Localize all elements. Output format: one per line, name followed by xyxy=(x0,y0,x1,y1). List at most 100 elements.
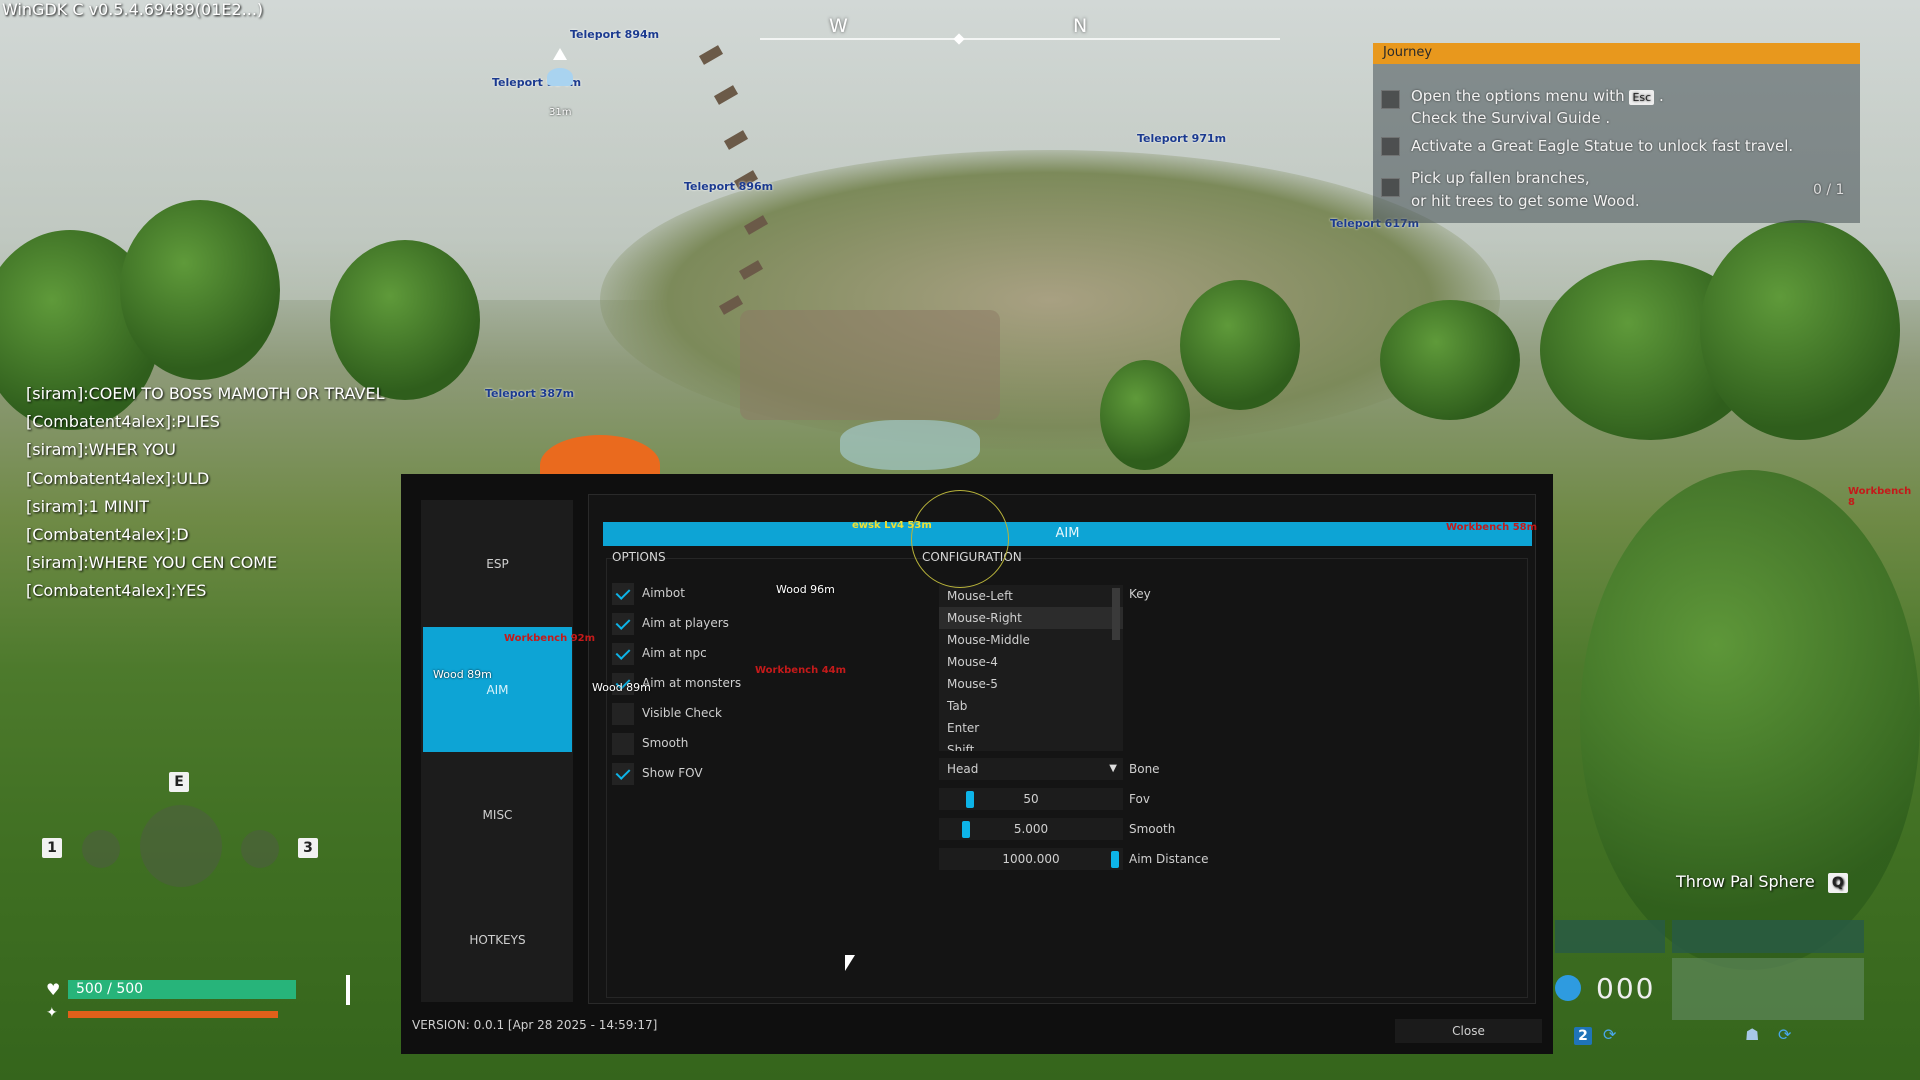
checkbox-box[interactable] xyxy=(612,733,634,755)
journey-panel: Journey Open the options menu with Esc .… xyxy=(1373,43,1860,223)
waypoint-icon xyxy=(553,48,567,60)
ammo-counter: 000 xyxy=(1596,972,1656,1005)
checkbox-box[interactable] xyxy=(612,613,634,635)
list-item[interactable]: Mouse-4 xyxy=(939,651,1123,673)
chat-message: [Combatent4alex]:PLIES xyxy=(26,412,220,432)
tab-esp[interactable]: ESP xyxy=(423,501,572,626)
waypoint-label: Teleport 896m xyxy=(684,180,774,193)
compass-west: W xyxy=(829,15,848,37)
key-3-icon: 3 xyxy=(298,838,318,858)
hotbar-slot[interactable] xyxy=(1555,920,1665,953)
compass-north: N xyxy=(1073,15,1088,37)
esp-label: Workbench 44m xyxy=(755,665,847,676)
listbox-scrollbar[interactable] xyxy=(1112,588,1120,640)
slider-thumb[interactable] xyxy=(966,791,974,808)
journey-task-checkbox xyxy=(1381,90,1400,109)
smooth-slider[interactable]: 5.000 xyxy=(939,818,1123,840)
list-item[interactable]: Enter xyxy=(939,717,1123,739)
list-item[interactable]: Mouse-5 xyxy=(939,673,1123,695)
eagle-statue-icon xyxy=(547,68,573,86)
fov-label: Fov xyxy=(1129,792,1150,806)
chat-message: [siram]:COEM TO BOSS MAMOTH OR TRAVEL xyxy=(26,384,385,403)
esp-label: Workbench 92m xyxy=(504,633,596,644)
fov-circle xyxy=(911,490,1009,588)
checkbox-box[interactable] xyxy=(612,763,634,785)
tab-aim[interactable]: AIM xyxy=(423,627,572,752)
esp-label: ewsk Lv4 53m xyxy=(852,520,932,531)
journey-task-checkbox xyxy=(1381,178,1400,197)
key-1-icon: 1 xyxy=(42,838,62,858)
esp-label: Wood 89m xyxy=(433,668,492,681)
thermometer-icon xyxy=(346,975,350,1005)
compass-line xyxy=(760,38,1280,40)
hotbar-slot[interactable] xyxy=(1672,920,1864,953)
section-title-bar: AIM xyxy=(603,522,1532,546)
journey-progress: 0 / 1 xyxy=(1813,182,1845,198)
waypoint-label: Teleport 387m xyxy=(485,387,575,400)
chat-message: [siram]:WHER YOU xyxy=(26,440,176,460)
tab-hotkeys[interactable]: HOTKEYS xyxy=(423,877,572,1002)
chat-message: [Combatent4alex]:D xyxy=(26,525,189,545)
chat-message: [siram]:WHERE YOU CEN COME xyxy=(26,553,278,573)
bone-value: Head xyxy=(947,762,979,776)
fov-value: 50 xyxy=(1023,792,1039,806)
list-item[interactable]: Mouse-Left xyxy=(939,585,1123,607)
esp-label: Workbench 58m xyxy=(1446,522,1538,533)
slider-thumb[interactable] xyxy=(962,821,970,838)
journey-title: Journey xyxy=(1373,43,1860,64)
key-label: Key xyxy=(1129,587,1151,601)
journey-task-2: Activate a Great Eagle Statue to unlock … xyxy=(1411,137,1794,155)
esp-label: Wood 89m xyxy=(592,681,651,694)
list-item[interactable]: Mouse-Right xyxy=(939,607,1123,629)
chat-message: [siram]:1 MINIT xyxy=(26,496,149,516)
radial-wheel xyxy=(140,805,222,887)
list-item[interactable]: Mouse-Middle xyxy=(939,629,1123,651)
stamina-bar xyxy=(68,1011,278,1018)
slider-thumb[interactable] xyxy=(1111,851,1119,868)
esp-label: Wood 96m xyxy=(776,583,835,596)
bone-dropdown[interactable]: Head ▼ xyxy=(939,758,1123,780)
heart-icon: ♥ xyxy=(46,980,61,999)
journey-task-checkbox xyxy=(1381,137,1400,156)
swap-icon: ⟳ xyxy=(1603,1025,1617,1044)
build-label: WinGDK C v0.5.4.69489(01E2...) xyxy=(2,0,264,19)
bone-label: Bone xyxy=(1129,762,1160,776)
aim-distance-slider[interactable]: 1000.000 xyxy=(939,848,1123,870)
fov-slider[interactable]: 50 xyxy=(939,788,1123,810)
smooth-value: 5.000 xyxy=(1013,822,1049,836)
tab-misc[interactable]: MISC xyxy=(423,752,572,877)
throw-pal-sphere-label: Throw Pal Sphere Q xyxy=(1676,872,1848,893)
checkbox-box[interactable] xyxy=(612,643,634,665)
journey-task-3-sub: or hit trees to get some Wood. xyxy=(1411,192,1640,210)
key-e-icon: E xyxy=(169,772,189,792)
waypoint-label: 31m xyxy=(549,107,572,118)
list-item[interactable]: Shift xyxy=(939,739,1123,751)
health-bar: 500 / 500 xyxy=(68,980,296,999)
chat-message: [Combatent4alex]:YES xyxy=(26,581,207,601)
close-button[interactable]: Close xyxy=(1395,1019,1542,1043)
item-slot[interactable] xyxy=(1672,958,1864,1020)
waypoint-label: Teleport 971m xyxy=(1137,132,1227,145)
item-icon: ☗ xyxy=(1745,1025,1760,1044)
checkbox-box[interactable] xyxy=(612,703,634,725)
aim-distance-label: Aim Distance xyxy=(1129,852,1209,866)
waypoint-label: Teleport 894m xyxy=(570,28,660,41)
version-label: VERSION: 0.0.1 [Apr 28 2025 - 14:59:17] xyxy=(412,1018,658,1032)
radial-slot xyxy=(241,830,279,868)
key-q-icon: Q xyxy=(1827,873,1848,893)
chat-log: [siram]:COEM TO BOSS MAMOTH OR TRAVEL [C… xyxy=(26,380,385,606)
chevron-down-icon: ▼ xyxy=(1109,763,1117,774)
aim-key-listbox[interactable]: Mouse-Left Mouse-Right Mouse-Middle Mous… xyxy=(939,585,1123,751)
radial-slot xyxy=(82,830,120,868)
menu-sidebar: ESP AIM MISC HOTKEYS xyxy=(421,500,573,1002)
checkbox-box[interactable] xyxy=(612,583,634,605)
list-item[interactable]: Tab xyxy=(939,695,1123,717)
mouse-cursor-icon xyxy=(845,955,855,971)
chat-message: [Combatent4alex]:ULD xyxy=(26,468,210,488)
key-2-icon: 2 xyxy=(1574,1027,1592,1045)
smooth-label: Smooth xyxy=(1129,822,1176,836)
options-header: OPTIONS xyxy=(612,550,666,564)
aim-distance-value: 1000.000 xyxy=(1002,852,1060,866)
stamina-icon: ✦ xyxy=(46,1005,58,1021)
esp-label: Workbench 8 xyxy=(1848,486,1912,508)
